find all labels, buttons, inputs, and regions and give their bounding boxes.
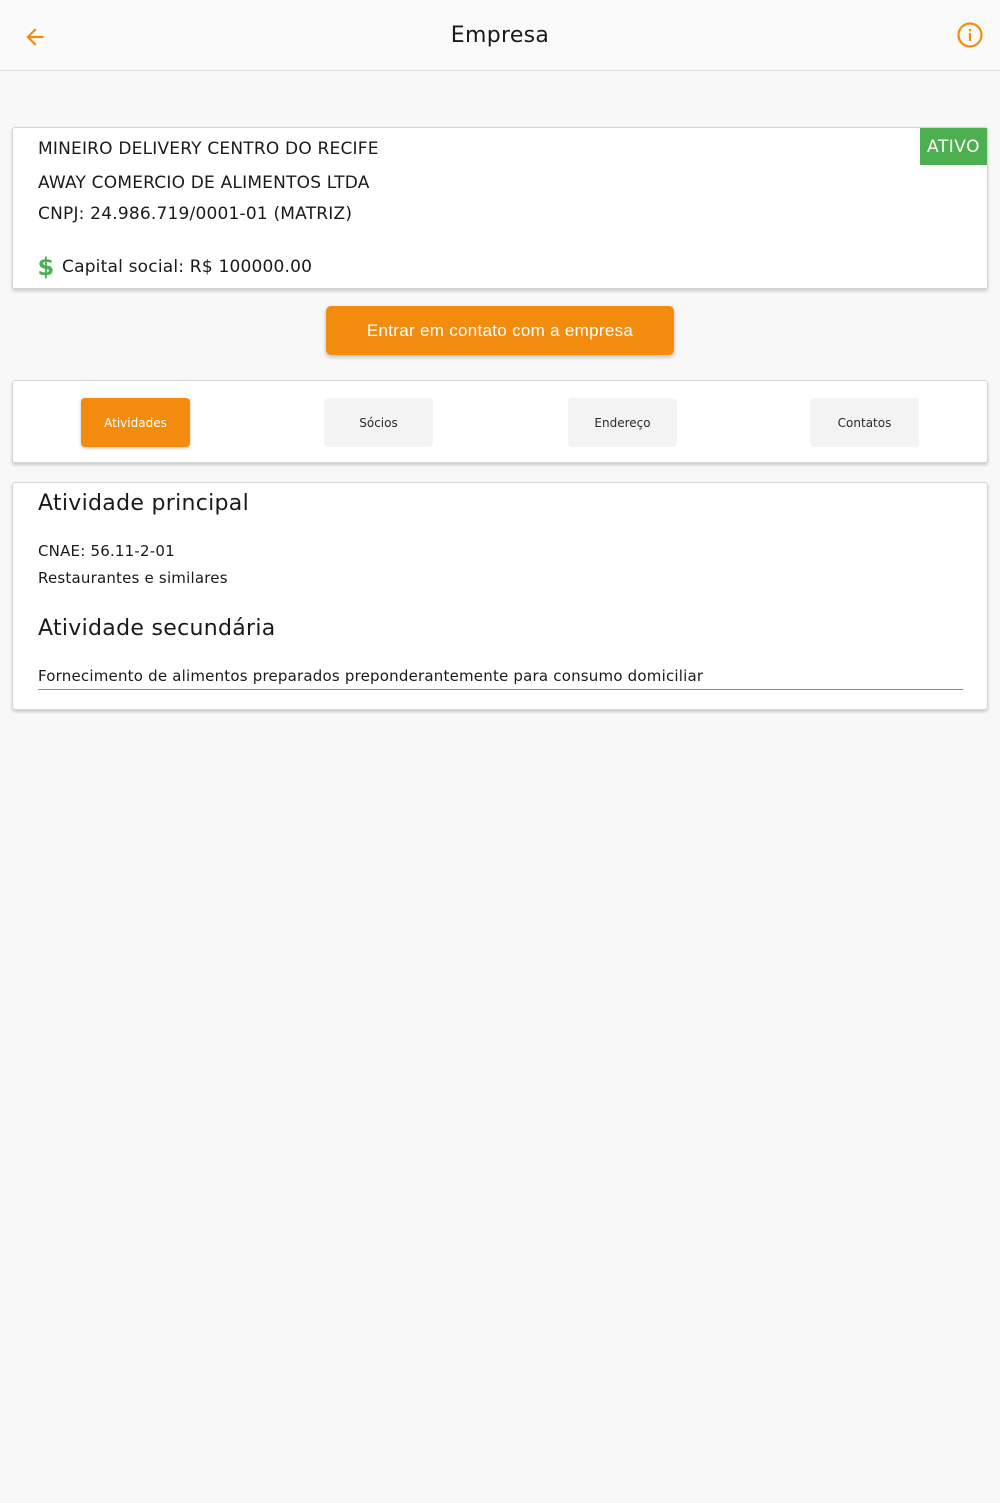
- capital-social-row: $ Capital social: R$ 100000.00: [36, 254, 312, 280]
- main-activity-heading: Atividade principal: [38, 491, 250, 516]
- tab-atividades[interactable]: Atividades: [81, 398, 190, 447]
- tab-contatos[interactable]: Contatos: [810, 398, 919, 447]
- company-card: MINEIRO DELIVERY CENTRO DO RECIFE AWAY C…: [12, 127, 988, 289]
- activities-card: Atividade principal CNAE: 56.11-2-01 Res…: [12, 482, 988, 710]
- contact-company-button[interactable]: Entrar em contato com a empresa: [326, 306, 674, 355]
- tab-endereco[interactable]: Endereço: [568, 398, 677, 447]
- capital-social-text: Capital social: R$ 100000.00: [62, 257, 313, 277]
- secondary-activity-heading: Atividade secundária: [38, 616, 276, 641]
- company-trade-name: MINEIRO DELIVERY CENTRO DO RECIFE: [38, 139, 379, 159]
- company-legal-name: AWAY COMERCIO DE ALIMENTOS LTDA: [38, 173, 370, 193]
- status-badge: ATIVO: [920, 128, 987, 165]
- dollar-icon: $: [37, 253, 55, 281]
- tabs-bar: Atividades Sócios Endereço Contatos: [12, 380, 988, 463]
- company-cnpj: CNPJ: 24.986.719/0001-01 (MATRIZ): [38, 204, 353, 224]
- page-title: Empresa: [450, 23, 550, 48]
- main-activity-cnae: CNAE: 56.11-2-01: [38, 542, 175, 560]
- main-activity-description: Restaurantes e similares: [38, 569, 228, 587]
- tab-socios[interactable]: Sócios: [324, 398, 433, 447]
- info-circle-icon: [957, 22, 983, 48]
- list-item: Fornecimento de alimentos preparados pre…: [38, 667, 963, 690]
- app-bar: Empresa: [0, 0, 1000, 71]
- info-button[interactable]: [954, 19, 986, 51]
